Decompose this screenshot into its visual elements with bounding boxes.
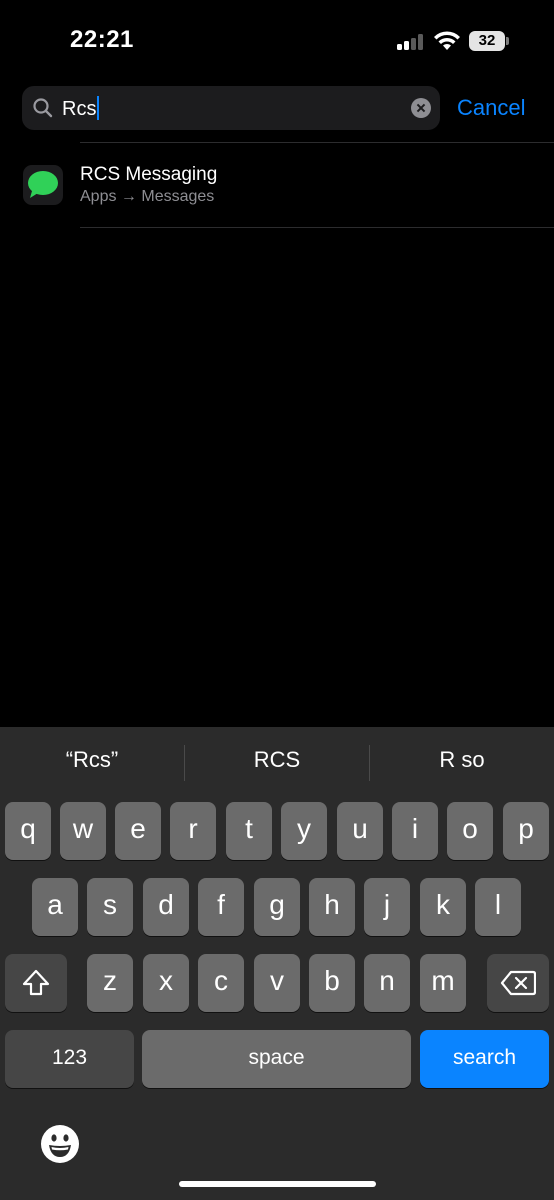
magnifying-glass-icon — [33, 98, 53, 118]
cellular-signal-icon — [397, 34, 427, 50]
search-input[interactable]: Rcs — [62, 96, 100, 121]
key-g[interactable]: g — [254, 878, 300, 936]
result-title: RCS Messaging — [80, 164, 218, 185]
key-d[interactable]: d — [143, 878, 189, 936]
emoji-icon[interactable] — [40, 1124, 80, 1164]
key-a[interactable]: a — [32, 878, 78, 936]
clear-x-icon[interactable] — [411, 98, 431, 118]
result-breadcrumb: Apps → Messages — [80, 188, 215, 205]
home-indicator[interactable] — [179, 1181, 376, 1187]
divider — [80, 142, 554, 143]
key-l[interactable]: l — [475, 878, 521, 936]
key-v[interactable]: v — [254, 954, 300, 1012]
key-z[interactable]: z — [87, 954, 133, 1012]
numbers-key[interactable]: 123 — [5, 1030, 134, 1088]
key-r[interactable]: r — [170, 802, 216, 860]
key-i[interactable]: i — [392, 802, 438, 860]
shift-icon — [22, 969, 50, 996]
key-c[interactable]: c — [198, 954, 244, 1012]
cancel-button[interactable]: Cancel — [457, 95, 525, 121]
messages-icon — [23, 165, 63, 205]
divider — [80, 227, 554, 228]
search-key[interactable]: search — [420, 1030, 549, 1088]
key-j[interactable]: j — [364, 878, 410, 936]
key-k[interactable]: k — [420, 878, 466, 936]
wifi-icon — [434, 31, 460, 50]
key-y[interactable]: y — [281, 802, 327, 860]
suggestion-3[interactable]: R so — [370, 747, 554, 773]
battery-indicator: 32 — [469, 31, 505, 51]
suggestion-2[interactable]: RCS — [185, 747, 369, 773]
key-e[interactable]: e — [115, 802, 161, 860]
space-key[interactable]: space — [142, 1030, 411, 1088]
backspace-icon — [500, 970, 536, 996]
key-n[interactable]: n — [364, 954, 410, 1012]
key-q[interactable]: q — [5, 802, 51, 860]
key-p[interactable]: p — [503, 802, 549, 860]
delete-key[interactable] — [487, 954, 549, 1012]
key-u[interactable]: u — [337, 802, 383, 860]
key-o[interactable]: o — [447, 802, 493, 860]
shift-key[interactable] — [5, 954, 67, 1012]
key-f[interactable]: f — [198, 878, 244, 936]
battery-nub — [506, 37, 509, 45]
key-h[interactable]: h — [309, 878, 355, 936]
key-m[interactable]: m — [420, 954, 466, 1012]
key-s[interactable]: s — [87, 878, 133, 936]
search-query-text: Rcs — [62, 98, 97, 120]
key-t[interactable]: t — [226, 802, 272, 860]
status-time: 22:21 — [70, 26, 134, 53]
search-field[interactable]: Rcs — [22, 86, 440, 130]
key-w[interactable]: w — [60, 802, 106, 860]
key-x[interactable]: x — [143, 954, 189, 1012]
suggestion-1[interactable]: “Rcs” — [0, 747, 184, 773]
text-cursor — [97, 96, 100, 120]
key-b[interactable]: b — [309, 954, 355, 1012]
